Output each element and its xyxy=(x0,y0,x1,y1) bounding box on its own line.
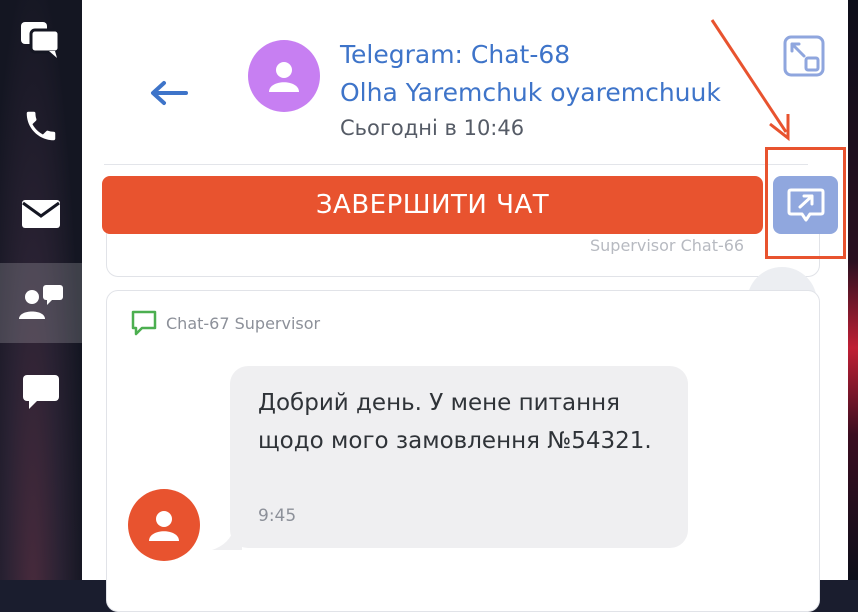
back-button[interactable] xyxy=(148,78,188,108)
chats-icon xyxy=(21,22,61,58)
background-edge xyxy=(848,0,858,580)
previous-card-label: Supervisor Chat-66 xyxy=(590,236,745,254)
chat-bubble-icon xyxy=(23,375,59,409)
rail-item-chat[interactable] xyxy=(0,352,82,432)
rail-item-mail[interactable] xyxy=(0,174,82,254)
phone-icon xyxy=(26,111,56,141)
chat-card-label: Chat-67 Supervisor xyxy=(166,313,321,333)
back-arrow-icon xyxy=(151,81,188,105)
annotation-highlight-box xyxy=(765,147,846,259)
mail-icon xyxy=(22,200,60,228)
contact-avatar xyxy=(248,40,320,112)
rail-item-phone[interactable] xyxy=(0,86,82,166)
channel-title[interactable]: Telegram: Chat-68 xyxy=(340,40,570,69)
annotation-arrow xyxy=(710,19,790,142)
user-icon xyxy=(149,511,179,541)
chat-timestamp: Сьогодні в 10:46 xyxy=(340,116,525,140)
customer-avatar xyxy=(128,489,200,561)
user-icon xyxy=(269,62,299,92)
message-text: Добрий день. У мене питання щодо мого за… xyxy=(258,390,652,454)
message-time: 9:45 xyxy=(258,506,297,526)
rail-item-chats[interactable] xyxy=(0,0,82,80)
nav-rail xyxy=(0,0,82,580)
chat-card-header: Chat-67 Supervisor xyxy=(130,310,320,336)
rail-item-contacts[interactable] xyxy=(0,263,82,343)
chat-icon xyxy=(131,310,157,336)
header-divider xyxy=(104,164,808,165)
contacts-icon xyxy=(19,285,63,319)
contact-name[interactable]: Olha Yaremchuk oyaremchuuk xyxy=(340,78,721,107)
end-chat-button[interactable]: ЗАВЕРШИТИ ЧАТ xyxy=(102,176,763,234)
